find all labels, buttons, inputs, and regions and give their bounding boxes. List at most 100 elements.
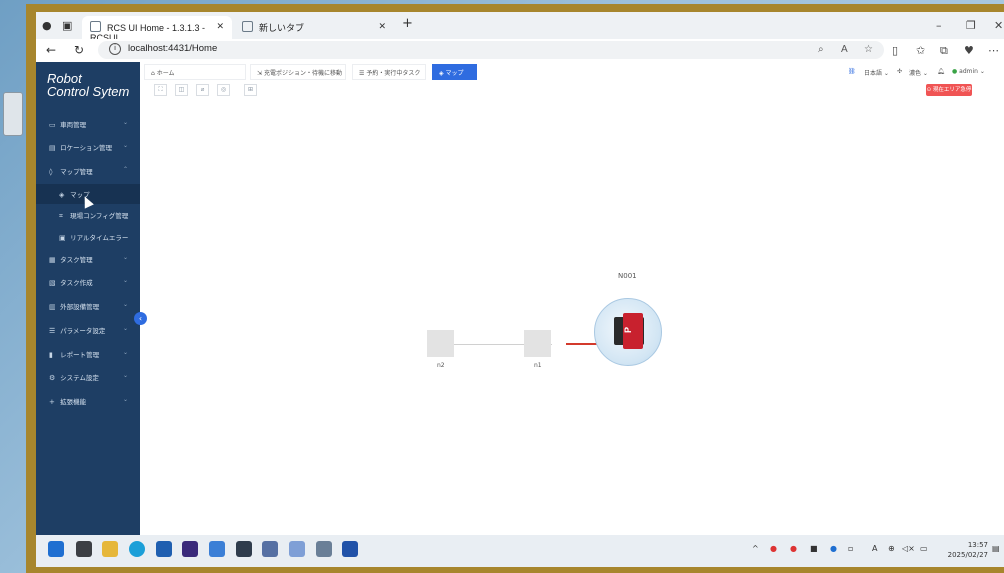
tray-app-icon-4[interactable]: ● <box>830 544 837 553</box>
tab-home[interactable]: ⌂ ホーム <box>144 64 246 80</box>
app-icon-2[interactable] <box>182 541 198 557</box>
ime-icon[interactable]: A <box>872 544 877 553</box>
zoom-icon[interactable]: ⌕ <box>818 44 824 55</box>
sidebar-item-task-management[interactable]: ▦ タスク管理 ⌄ <box>36 249 140 269</box>
more-icon[interactable]: ⋯ <box>988 44 999 57</box>
restore-icon[interactable]: ❐ <box>966 19 976 32</box>
favorites-icon[interactable]: ✩ <box>916 44 925 57</box>
tray-app-icon-1[interactable]: ● <box>770 544 777 553</box>
locate-icon[interactable]: ◎ <box>217 84 230 96</box>
robot-marker[interactable]: P <box>594 298 662 366</box>
snipping-tool-icon[interactable] <box>289 541 305 557</box>
sidebar-item-external-device[interactable]: ▥ 外部設備管理 ⌄ <box>36 296 140 316</box>
tab-reserved-tasks[interactable]: ☰ 予約・実行中タスク <box>352 64 426 80</box>
map-node-n2[interactable] <box>427 330 454 357</box>
chevron-down-icon: ⌄ <box>122 301 128 308</box>
clock[interactable]: 13:57 2025/02/27 <box>934 540 988 560</box>
tray-app-icon-5[interactable]: ▫ <box>848 544 853 553</box>
address-bar-row: ← ↻ i localhost:4431/Home ⌕ A ☆ ▯ ✩ ⧉ ♥ … <box>36 39 1004 63</box>
app-icon-1[interactable] <box>156 541 172 557</box>
sidebar-item-report[interactable]: ▮ レポート管理 ⌄ <box>36 344 140 364</box>
desktop-shortcut-icon[interactable] <box>3 92 23 136</box>
fit-view-icon[interactable]: ⛶ <box>154 84 167 96</box>
favorite-star-icon[interactable]: ☆ <box>864 44 873 55</box>
home-icon: ⌂ <box>151 70 155 77</box>
url-field[interactable]: i localhost:4431/Home ⌕ A ☆ <box>98 41 884 59</box>
config-icon: ⌗ <box>59 212 63 220</box>
task-manage-icon: ▦ <box>49 256 56 264</box>
grid-icon[interactable]: ⊞ <box>244 84 257 96</box>
tray-app-icon-2[interactable]: ● <box>790 544 797 553</box>
start-icon[interactable] <box>48 541 64 557</box>
volume-icon[interactable]: ◁× <box>902 544 915 553</box>
robot-name-label: N001 <box>618 272 637 280</box>
sidebar-item-location[interactable]: ▤ ロケーション管理 ⌄ <box>36 137 140 157</box>
link-icon[interactable]: ⛓ <box>848 68 856 75</box>
sidebar-item-vehicle[interactable]: ▭ 車両管理 ⌄ <box>36 114 140 134</box>
battery-icon[interactable]: ▭ <box>920 544 928 553</box>
tab-actions-icon[interactable]: ▣ <box>62 19 72 32</box>
language-select[interactable]: 日本語 ⌄ <box>864 68 889 77</box>
notification-icon[interactable]: ▤ <box>992 544 1000 553</box>
app-icon-4[interactable] <box>342 541 358 557</box>
network-icon[interactable]: ⊕ <box>888 544 895 553</box>
node-label-n1: n1 <box>534 362 542 369</box>
sidebar-item-label: マップ管理 <box>60 168 93 176</box>
tab-map[interactable]: ◈ マップ <box>432 64 477 80</box>
site-info-icon[interactable]: i <box>109 43 121 55</box>
sidebar-item-site-config[interactable]: ⌗ 現場コンフィグ管理 <box>36 205 140 225</box>
sidebar-item-label: パラメータ設定 <box>60 327 106 335</box>
tab-new[interactable]: 新しいタブ ✕ <box>234 16 394 39</box>
theme-icon: ✣ <box>897 68 903 75</box>
settings-icon[interactable] <box>316 541 332 557</box>
node-label-n2: n2 <box>437 362 445 369</box>
tray-app-icon-3[interactable]: ■ <box>810 544 818 553</box>
chevron-down-icon: ⌄ <box>122 119 128 126</box>
sidebar-item-label: ロケーション管理 <box>60 144 112 152</box>
report-icon: ▮ <box>49 351 53 359</box>
tab-rcs-home[interactable]: RCS UI Home - 1.3.1.3 - RCSUI ✕ <box>82 16 232 43</box>
sidebar-collapse-button[interactable]: ‹ <box>134 312 147 325</box>
task-icon: ☰ <box>359 70 365 77</box>
error-icon: ▣ <box>59 234 66 242</box>
split-screen-icon[interactable]: ▯ <box>892 44 898 57</box>
close-tab-icon[interactable]: ✕ <box>378 21 386 32</box>
file-explorer-icon[interactable] <box>102 541 118 557</box>
route-icon[interactable]: ⌀ <box>196 84 209 96</box>
sidebar-item-extension[interactable]: + 拡張機能 ⌄ <box>36 391 140 411</box>
emergency-stop-button[interactable]: ⊙ 現在エリア急停止 <box>926 84 972 105</box>
tab-title: 新しいタブ <box>259 23 305 33</box>
clock-date: 2025/02/27 <box>947 551 988 559</box>
minimize-icon[interactable]: – <box>936 19 942 32</box>
map-node-n1[interactable] <box>524 330 551 357</box>
sidebar-item-realtime-error[interactable]: ▣ リアルタイムエラー <box>36 227 140 247</box>
close-window-icon[interactable]: ✕ <box>994 19 1003 32</box>
read-aloud-icon[interactable]: A <box>841 44 848 55</box>
collections-icon[interactable]: ⧉ <box>940 44 948 58</box>
back-icon[interactable]: ← <box>46 43 56 57</box>
language-label: 日本語 <box>864 70 883 77</box>
tab-charge-move[interactable]: ⇲ 充電ポジション・待機に移動 <box>250 64 346 80</box>
layers-icon[interactable]: ◫ <box>175 84 188 96</box>
terminal-icon[interactable] <box>236 541 252 557</box>
app-icon-3[interactable] <box>262 541 278 557</box>
url-text: localhost:4431/Home <box>128 43 218 54</box>
sidebar-item-parameter[interactable]: ☰ パラメータ設定 ⌄ <box>36 320 140 340</box>
edge-browser-icon[interactable] <box>129 541 145 557</box>
chevron-up-icon[interactable]: ^ <box>752 544 759 553</box>
theme-select[interactable]: 濃色 ⌄ <box>909 68 928 77</box>
close-tab-icon[interactable]: ✕ <box>216 21 224 32</box>
refresh-icon[interactable]: ↻ <box>74 43 84 57</box>
notepad-icon[interactable] <box>209 541 225 557</box>
task-view-icon[interactable] <box>76 541 92 557</box>
sidebar-item-task-create[interactable]: ▧ タスク作成 ⌄ <box>36 272 140 292</box>
browser-tab-bar: ● ▣ RCS UI Home - 1.3.1.3 - RCSUI ✕ 新しいタ… <box>36 12 1004 43</box>
bell-icon[interactable]: 🔔︎ <box>937 68 945 75</box>
profile-icon[interactable]: ● <box>42 19 52 32</box>
browser-essentials-icon[interactable]: ♥ <box>964 44 974 57</box>
sidebar-item-map-management[interactable]: ◊ マップ管理 ⌃ <box>36 161 140 181</box>
sidebar-item-system[interactable]: ⚙ システム設定 ⌄ <box>36 367 140 387</box>
new-tab-button[interactable]: + <box>402 16 413 31</box>
user-menu[interactable]: ● admin ⌄ <box>952 68 985 75</box>
sidebar-item-label: 現場コンフィグ管理 <box>70 212 129 220</box>
